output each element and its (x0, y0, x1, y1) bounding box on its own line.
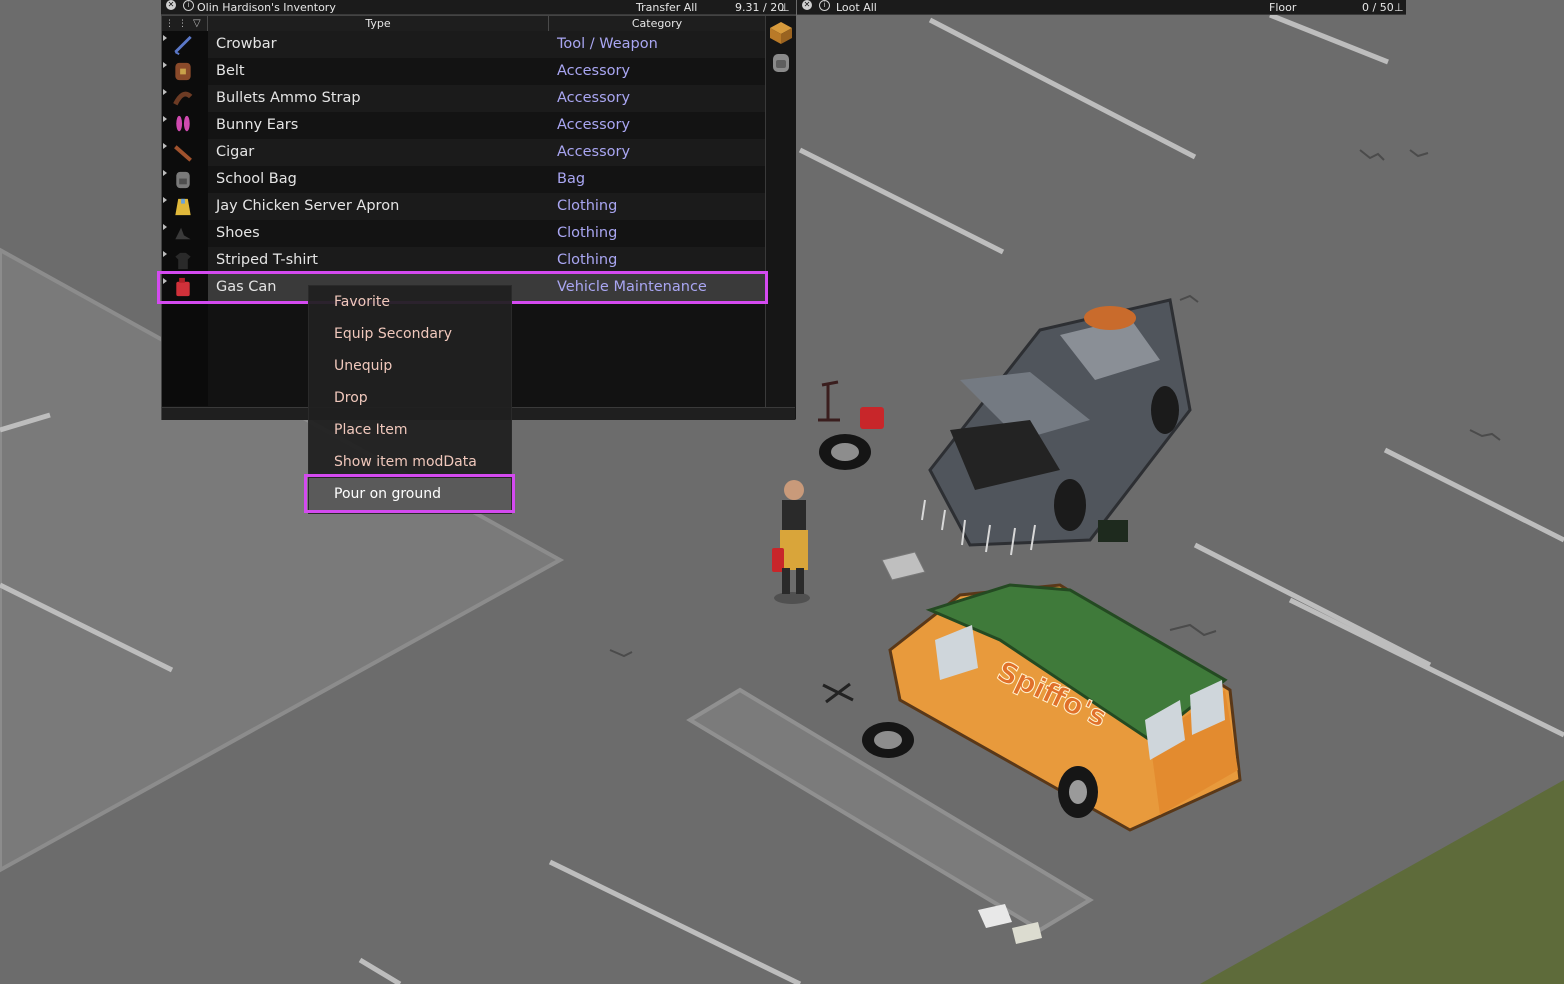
close-icon[interactable]: ✕ (802, 0, 812, 10)
info-icon[interactable]: i (183, 0, 194, 11)
inventory-titlebar[interactable]: ✕ i Olin Hardison's Inventory Transfer A… (161, 0, 796, 15)
item-icon-cell (162, 274, 208, 301)
expand-arrow-icon[interactable] (163, 197, 167, 203)
menu-item-place-item[interactable]: Place Item (309, 414, 511, 446)
container-selector (765, 16, 796, 419)
context-menu: Favorite Equip Secondary Unequip Drop Place … (308, 285, 512, 514)
expand-arrow-icon[interactable] (163, 251, 167, 257)
expand-arrow-icon[interactable] (163, 224, 167, 230)
loot-location: Floor (1269, 1, 1297, 14)
item-category: Accessory (557, 117, 631, 133)
expand-all-icon[interactable]: ⋮ (165, 17, 174, 32)
pin-icon[interactable]: ⊥ (780, 0, 790, 15)
item-type: Shoes (216, 225, 260, 241)
transfer-all-button[interactable]: Transfer All (636, 0, 697, 15)
item-category: Bag (557, 171, 586, 187)
item-row[interactable]: Shoes Clothing (162, 220, 765, 247)
gas-can-icon (176, 277, 190, 297)
item-row[interactable]: Bunny Ears Accessory (162, 112, 765, 139)
car-battery[interactable] (1098, 520, 1128, 542)
inventory-title: Olin Hardison's Inventory (197, 1, 336, 14)
expand-arrow-icon[interactable] (163, 170, 167, 176)
item-row[interactable]: Cigar Accessory (162, 139, 765, 166)
expand-arrow-icon[interactable] (163, 62, 167, 68)
item-row[interactable]: Crowbar Tool / Weapon (162, 31, 765, 58)
loot-titlebar[interactable]: ✕ i Loot All Floor 0 / 50 ⊥ (797, 0, 1406, 15)
expand-arrow-icon[interactable] (163, 35, 167, 41)
item-category: Clothing (557, 225, 618, 241)
item-icon-cell (162, 58, 208, 85)
item-icon-cell (162, 85, 208, 112)
inventory-weight: 9.31 / 20 (735, 1, 785, 14)
item-type: Striped T-shirt (216, 252, 318, 268)
item-type: Bunny Ears (216, 117, 299, 133)
apron-icon (175, 198, 191, 216)
item-category: Clothing (557, 252, 618, 268)
item-category: Clothing (557, 198, 618, 214)
info-icon[interactable]: i (819, 0, 830, 11)
loot-all-button[interactable]: Loot All (836, 0, 877, 15)
item-icon-cell (162, 247, 208, 274)
menu-item-equip-secondary[interactable]: Equip Secondary (309, 318, 511, 350)
belt-icon (175, 62, 191, 81)
item-row[interactable]: Bullets Ammo Strap Accessory (162, 85, 765, 112)
close-icon[interactable]: ✕ (166, 0, 176, 10)
item-category: Tool / Weapon (557, 36, 658, 52)
ammo-strap-icon (173, 91, 193, 106)
expand-arrow-icon[interactable] (163, 278, 167, 284)
tire-2[interactable] (862, 722, 914, 758)
type-column-header[interactable]: Type (208, 16, 548, 31)
expand-arrow-icon[interactable] (163, 89, 167, 95)
item-type: Belt (216, 63, 245, 79)
menu-item-favorite[interactable]: Favorite (309, 286, 511, 318)
backpack-container-button[interactable] (767, 48, 795, 76)
item-category: Accessory (557, 90, 631, 106)
item-type: Bullets Ammo Strap (216, 90, 361, 106)
cigar-icon (174, 145, 192, 162)
school-bag-icon (176, 171, 190, 189)
menu-item-pour-on-ground[interactable]: Pour on ground (309, 478, 511, 510)
item-category: Accessory (557, 63, 631, 79)
item-type: Cigar (216, 144, 255, 160)
item-icon-cell (162, 139, 208, 166)
floor-container-button[interactable] (767, 18, 795, 46)
menu-item-show-item-moddata[interactable]: Show item modData (309, 446, 511, 478)
item-type: Gas Can (216, 279, 277, 295)
bunny-ears-icon (176, 115, 190, 132)
expand-arrow-icon[interactable] (163, 116, 167, 122)
collapse-all-icon[interactable]: ⋮ (178, 17, 187, 32)
item-icon-cell (162, 220, 208, 247)
category-column-header[interactable]: Category (549, 16, 765, 31)
menu-item-drop[interactable]: Drop (309, 382, 511, 414)
tshirt-icon (175, 252, 191, 270)
item-category: Vehicle Maintenance (557, 279, 707, 295)
filter-icon[interactable]: ▽ (193, 16, 201, 31)
tire-1[interactable] (819, 434, 871, 470)
item-row[interactable]: Jay Chicken Server Apron Clothing (162, 193, 765, 220)
item-type: Crowbar (216, 36, 277, 52)
item-icon-cell (162, 112, 208, 139)
menu-item-unequip[interactable]: Unequip (309, 350, 511, 382)
crowbar-icon (174, 35, 192, 55)
item-icon-cell (162, 193, 208, 220)
expand-arrow-icon[interactable] (163, 143, 167, 149)
item-row[interactable]: School Bag Bag (162, 166, 765, 193)
pin-icon[interactable]: ⊥ (1394, 0, 1404, 15)
column-header: ⋮ ⋮ ▽ Type Category (162, 16, 765, 32)
item-row[interactable]: Striped T-shirt Clothing (162, 247, 765, 274)
shoes-icon (175, 227, 191, 240)
loot-weight: 0 / 50 (1362, 1, 1394, 14)
gas-can-on-ground[interactable] (860, 407, 884, 429)
item-type: Jay Chicken Server Apron (216, 198, 400, 214)
item-category: Accessory (557, 144, 631, 160)
item-icon-cell (162, 31, 208, 58)
item-type: School Bag (216, 171, 297, 187)
item-icon-cell (162, 166, 208, 193)
item-row[interactable]: Belt Accessory (162, 58, 765, 85)
